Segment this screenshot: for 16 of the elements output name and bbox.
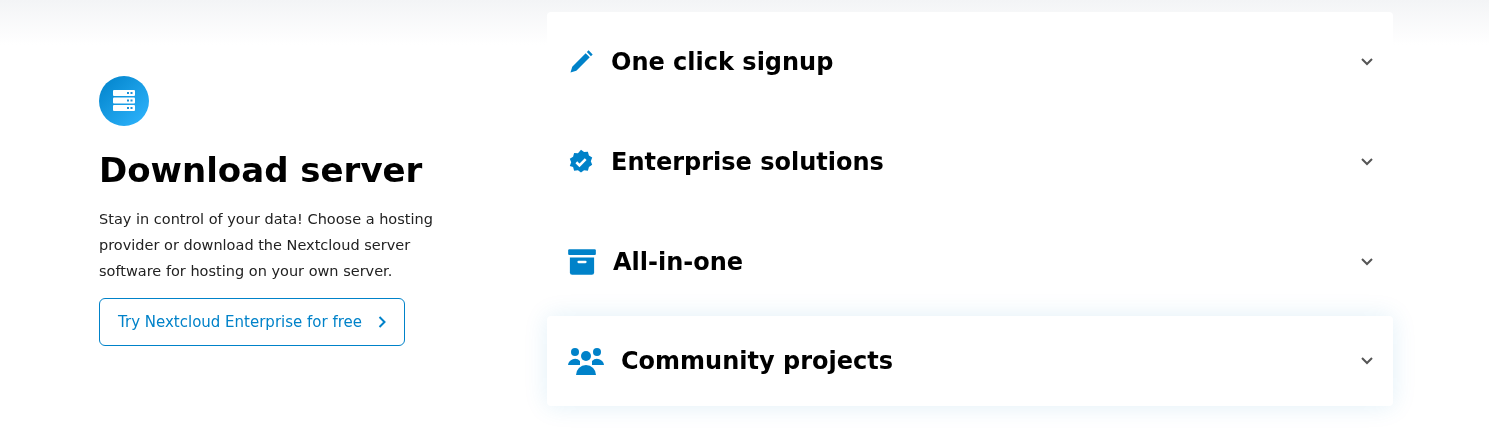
accordion-card[interactable]: Community projects [547,316,1393,406]
accordion-title: Enterprise solutions [611,148,885,176]
archive-box-icon [567,248,597,276]
people-group-icon [567,346,605,376]
accordion-title: All-in-one [613,248,745,276]
section-title: Download server [99,149,423,192]
chevron-icon[interactable] [1361,158,1373,166]
chevron-right-icon [378,316,386,328]
try-enterprise-button[interactable]: Try Nextcloud Enterprise for free [99,298,405,346]
chevron-icon[interactable] [1361,258,1373,266]
accordion-title: One click signup [611,48,835,76]
accordion-title: Community projects [621,347,894,375]
chevron-icon[interactable] [1361,357,1373,365]
server-badge-icon [99,76,149,126]
chevron-icon[interactable] [1361,58,1373,66]
section-description: Stay in control of your data! Choose a hosting provider or download the Nextcloud server software for hosting on your own server. [99,210,434,281]
